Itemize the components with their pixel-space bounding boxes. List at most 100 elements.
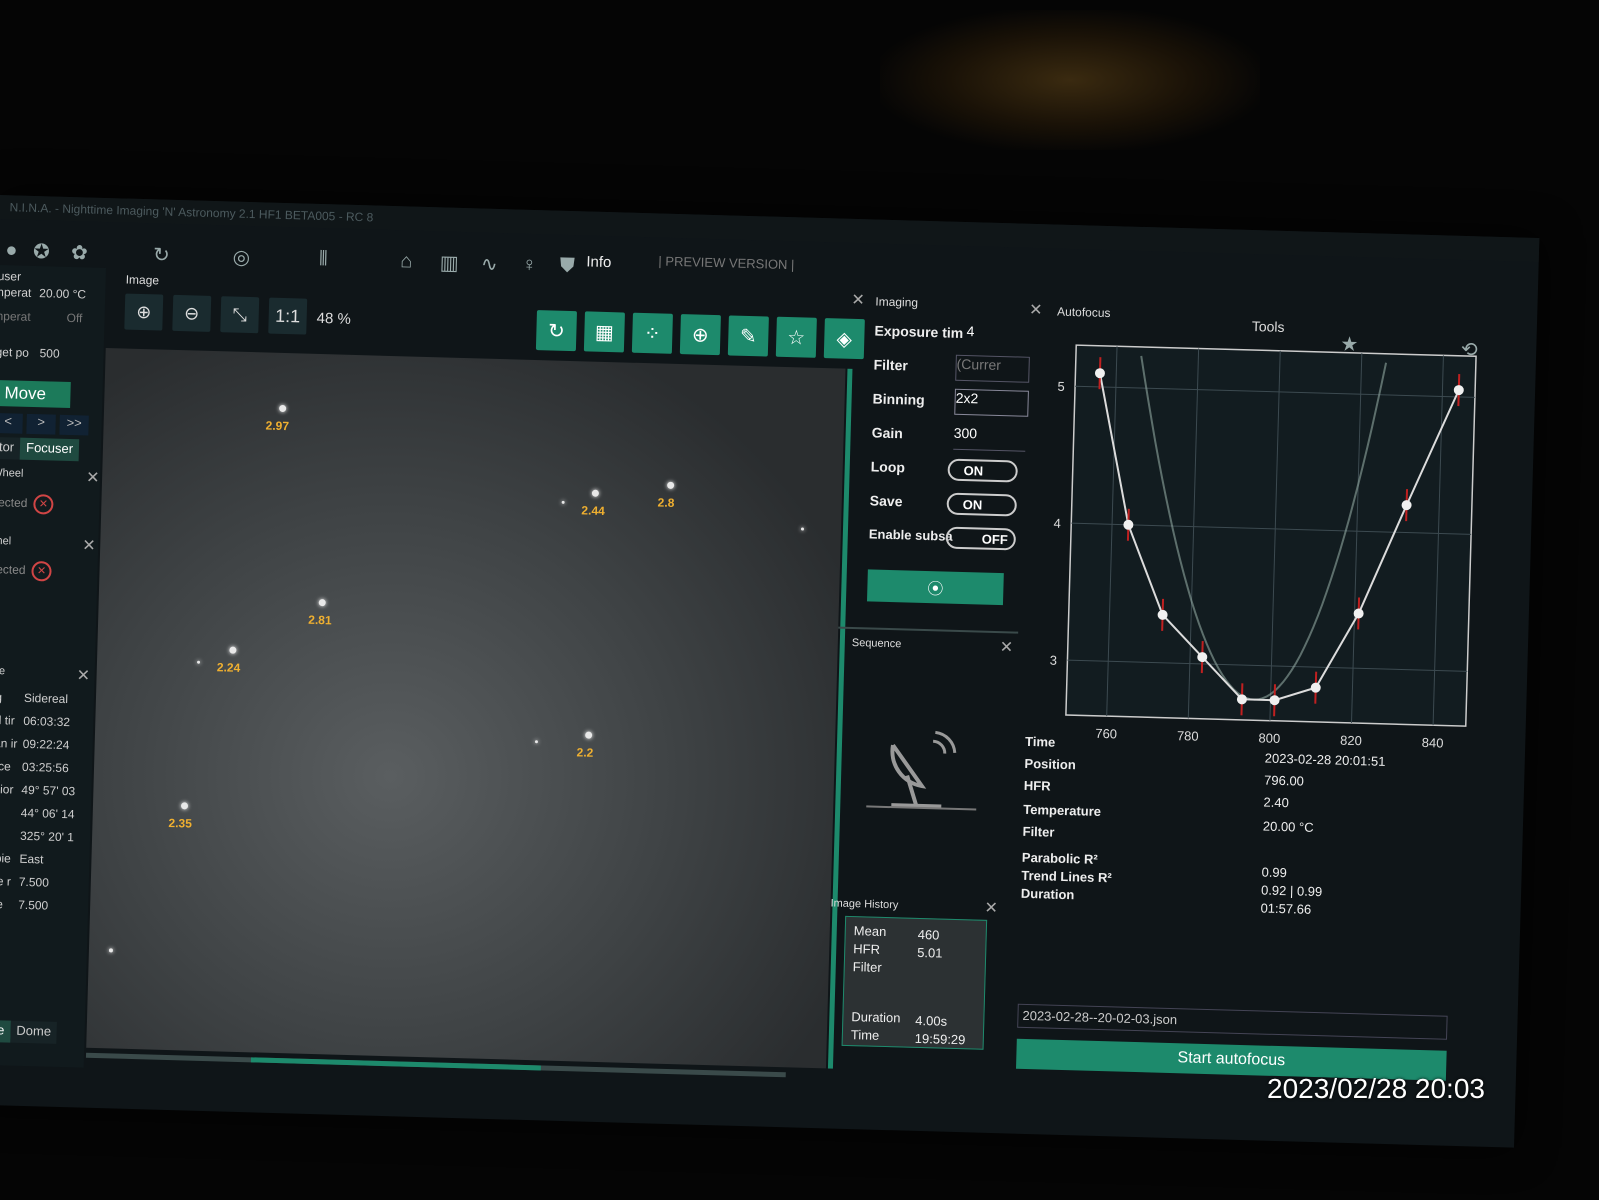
star-icon[interactable]: ★ <box>1336 330 1363 357</box>
tools-label: Tools <box>1251 318 1285 335</box>
star <box>591 489 600 497</box>
af-info-label: Time <box>1024 733 1056 750</box>
expand-icon: ⤡ <box>232 304 248 325</box>
background-light <box>880 10 1260 150</box>
stretch-icon[interactable]: ✎ <box>727 315 769 357</box>
refresh-icon[interactable]: ↻ <box>148 241 175 268</box>
loop-toggle[interactable]: ON <box>947 458 1018 483</box>
zoom-value: 48 % <box>316 309 352 328</box>
af-info-label: Temperature <box>1023 801 1102 819</box>
mount-header: ope <box>0 664 6 678</box>
tab-dome[interactable]: Dome <box>10 1020 58 1044</box>
close-icon[interactable]: ✕ <box>984 898 998 918</box>
time-value: 19:59:29 <box>914 1030 966 1048</box>
chart-icon[interactable]: ▥ <box>436 249 463 276</box>
photo-timestamp: 2023/02/28 20:03 <box>1267 1073 1485 1104</box>
star <box>585 731 593 739</box>
hfr-label: 2.81 <box>308 612 332 628</box>
tab-rotator[interactable]: tor <box>0 436 21 460</box>
star <box>180 802 189 810</box>
disconnected-icon: ✕ <box>31 561 52 582</box>
tab-focuser[interactable]: Focuser <box>19 437 80 462</box>
subsample-toggle[interactable]: OFF <box>945 526 1017 551</box>
close-icon[interactable]: ✕ <box>86 468 100 488</box>
binning-select[interactable]: 2x2 <box>954 388 1029 417</box>
gain-input[interactable]: 300 <box>953 424 1026 452</box>
target-position-label: get po <box>0 344 30 360</box>
hfr-label: 2.2 <box>576 745 594 760</box>
close-icon[interactable]: ✕ <box>76 665 90 685</box>
autofocus-file-select[interactable]: 2023-02-28--20-02-03.json <box>1017 1003 1448 1040</box>
tab-telescope[interactable]: ope <box>0 1019 11 1043</box>
target-position-value[interactable]: 500 <box>39 346 59 361</box>
sliders-icon[interactable]: ⦀ <box>310 246 337 273</box>
faint-star <box>561 500 565 504</box>
camera-icon[interactable]: ✪ <box>28 238 55 265</box>
close-icon[interactable]: ✕ <box>82 535 96 555</box>
info-label[interactable]: Info <box>586 253 611 271</box>
mount-label: of pie <box>0 851 12 866</box>
af-info-label: Parabolic R² <box>1021 849 1098 867</box>
grid-icon[interactable]: ▦ <box>583 311 625 353</box>
history-item[interactable]: Mean 460 HFR 5.01 Filter Duration 4.00s … <box>841 915 988 1050</box>
x-tick-label: 760 <box>1095 726 1117 742</box>
filter-select[interactable]: (Currer <box>955 354 1030 383</box>
hfr-value: 5.01 <box>917 944 943 961</box>
mount-label: uide <box>0 896 4 912</box>
close-icon[interactable]: ✕ <box>1029 300 1043 320</box>
star-detect-icon[interactable]: ⁘ <box>631 312 673 354</box>
focuser-header: user <box>0 268 22 284</box>
faint-star <box>534 740 538 744</box>
loop-icon[interactable]: ↻ <box>535 310 577 352</box>
close-icon[interactable]: ✕ <box>999 637 1014 657</box>
af-info-label: Duration <box>1020 885 1075 903</box>
zoom-out-button[interactable]: ⊖ <box>172 294 212 332</box>
exposure-input[interactable]: 4 <box>966 323 997 348</box>
capture-button[interactable]: ⦿ <box>866 569 1004 606</box>
star-icon[interactable]: ☆ <box>775 316 817 358</box>
save-toggle[interactable]: ON <box>946 492 1018 517</box>
scrollbar-thumb[interactable] <box>250 1057 541 1071</box>
crosshair-icon[interactable]: ⊕ <box>679 314 721 356</box>
shield-icon[interactable]: ⛊ <box>554 253 581 280</box>
fast-forward-button[interactable]: >> <box>59 414 89 436</box>
mount-label: eal tir <box>0 713 15 728</box>
graph-icon[interactable]: ∿ <box>476 250 503 277</box>
af-info-value: 0.92 | 0.99 <box>1260 882 1323 900</box>
step-back-button[interactable]: < <box>0 412 23 434</box>
mount-value: 03:25:56 <box>21 759 69 776</box>
y-tick-label: 3 <box>1050 653 1058 668</box>
imaging-panel: ✕ Imaging Exposure tim 4 Filter (Currer … <box>849 292 1038 619</box>
mount-value: East <box>19 851 44 867</box>
af-info-label: Position <box>1024 755 1077 773</box>
star-image[interactable]: 2.97 2.44 2.8 2.81 2.24 2.2 2.35 <box>86 348 846 1069</box>
temp2-label: nperat <box>0 308 31 324</box>
hfr-label: 2.35 <box>168 815 193 831</box>
one-to-one-button[interactable]: 1:1 <box>268 297 308 335</box>
faint-star <box>108 948 114 953</box>
move-button[interactable]: Move <box>0 379 71 409</box>
temp-label: nperat <box>0 284 32 300</box>
time-label: Time <box>850 1027 880 1043</box>
left-tabs: tor Focuser <box>0 436 93 462</box>
observatory-icon[interactable]: ⌂ <box>393 248 420 275</box>
mount-value: Sidereal <box>23 690 69 707</box>
monitor-screen: N.I.N.A. - Nighttime Imaging 'N' Astrono… <box>0 195 1540 1148</box>
step-forward-button[interactable]: > <box>26 413 56 435</box>
fit-button[interactable]: ⤡ <box>220 296 260 334</box>
x-tick-label: 800 <box>1258 730 1280 746</box>
image-tools: ↻ ▦ ⁘ ⊕ ✎ ☆ ◈ <box>535 310 865 360</box>
target-icon[interactable]: ◎ <box>228 243 255 270</box>
star <box>279 404 287 413</box>
filterwheel-icon[interactable]: ✿ <box>66 239 93 266</box>
filterwheel-header: Wheel <box>0 466 24 480</box>
equipment-icon[interactable]: ● <box>0 237 25 264</box>
af-info-value: 2.40 <box>1263 794 1290 811</box>
bulb-icon[interactable]: ♀ <box>516 251 543 278</box>
close-icon[interactable]: ✕ <box>851 290 865 310</box>
zoom-in-button[interactable]: ⊕ <box>124 293 164 331</box>
history-icon[interactable]: ⟲ <box>1456 336 1483 363</box>
mount-value: 7.500 <box>17 897 49 913</box>
af-info-label: Trend Lines R² <box>1021 867 1112 886</box>
autofocus-header: Autofocus <box>1056 304 1111 321</box>
